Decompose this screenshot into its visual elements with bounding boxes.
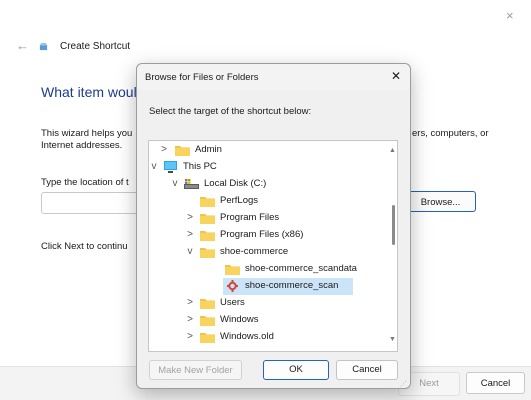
tree-item-shoe-commerce-scandata[interactable]: shoe-commerce_scandata [149,261,381,278]
folder-icon [225,265,240,275]
dialog-titlebar: Browse for Files or Folders ✕ [137,64,410,90]
ok-button[interactable]: OK [263,360,329,380]
back-arrow-icon[interactable]: ← [16,38,29,53]
tree-item-label: Local Disk (C:) [204,178,267,189]
wizard-description-right: ers, computers, or [412,128,489,139]
folder-icon [200,197,215,207]
computer-icon [164,161,177,173]
tree-item-shoe-commerce[interactable]: v shoe-commerce [149,244,381,261]
resize-grip-icon[interactable]: ⋰ [400,380,407,388]
folder-icon [175,146,190,156]
tree-item-users[interactable]: > Users [149,295,381,312]
tree-item-label: Windows.old [220,331,274,342]
wizard-description-line2: Internet addresses. [41,140,123,151]
drive-icon [184,179,199,189]
tree-item-label: This PC [183,161,217,172]
tree-item-label: PerfLogs [220,195,259,206]
application-icon [227,280,238,292]
chevron-right-icon[interactable]: > [159,144,169,155]
chevron-down-icon[interactable]: v [170,178,180,189]
location-label: Type the location of t [41,177,129,188]
browse-dialog: Browse for Files or Folders ✕ Select the… [136,63,411,389]
folder-icon [200,248,215,258]
tree-item-label: shoe-commerce_scandata [245,263,357,274]
tree-item-label: Admin [195,144,222,155]
chevron-right-icon[interactable]: > [185,314,195,325]
chevron-right-icon[interactable]: > [185,212,195,223]
tree-item-windows[interactable]: > Windows [149,312,381,329]
folder-icon [200,316,215,326]
dialog-cancel-button[interactable]: Cancel [336,360,398,380]
chevron-right-icon[interactable]: > [185,331,195,342]
folder-icon [200,299,215,309]
dialog-close-icon[interactable]: ✕ [389,69,403,83]
make-new-folder-button[interactable]: Make New Folder [149,360,242,380]
tree-item-label: shoe-commerce [220,246,289,257]
tree-item-admin[interactable]: > Admin [149,142,381,159]
chevron-down-icon[interactable]: v [185,246,195,257]
shortcut-app-icon [39,42,48,51]
dialog-title: Browse for Files or Folders [145,72,259,83]
folder-tree[interactable]: > Admin v This PC v Local Disk (C:) Perf… [148,140,398,352]
wizard-cancel-button[interactable]: Cancel [466,372,525,394]
tree-item-this-pc[interactable]: v This PC [149,159,381,176]
wizard-title: Create Shortcut [60,41,131,52]
folder-icon [200,231,215,241]
tree-item-perflogs[interactable]: PerfLogs [149,193,381,210]
tree-item-label: Users [220,297,245,308]
scrollbar-thumb[interactable] [392,205,395,245]
scroll-up-icon[interactable]: ▲ [389,147,396,154]
wizard-description-line1: This wizard helps you [41,128,133,139]
browse-button[interactable]: Browse... [405,191,476,212]
tree-item-local-disk[interactable]: v Local Disk (C:) [149,176,381,193]
wizard-close-icon[interactable]: × [506,8,514,23]
folder-icon [200,214,215,224]
folder-icon [200,333,215,343]
tree-item-program-files[interactable]: > Program Files [149,210,381,227]
location-input[interactable] [41,192,143,214]
tree-item-label: shoe-commerce_scan [245,280,339,291]
wizard-heading: What item woul [41,84,137,100]
chevron-right-icon[interactable]: > [185,297,195,308]
tree-item-label: Windows [220,314,259,325]
tree-item-label: Program Files [220,212,280,223]
chevron-right-icon[interactable]: > [185,229,195,240]
scroll-down-icon[interactable]: ▼ [389,336,396,343]
tree-scrollbar[interactable]: ▲ ▼ [389,147,397,347]
tree-item-windows-old[interactable]: > Windows.old [149,329,381,346]
next-instruction: Click Next to continu [41,241,128,252]
tree-item-label: Program Files (x86) [220,229,304,240]
tree-item-program-files-x86[interactable]: > Program Files (x86) [149,227,381,244]
tree-item-shoe-commerce-scan[interactable]: shoe-commerce_scan [149,278,381,295]
chevron-down-icon[interactable]: v [149,161,159,172]
dialog-instruction: Select the target of the shortcut below: [149,106,312,117]
